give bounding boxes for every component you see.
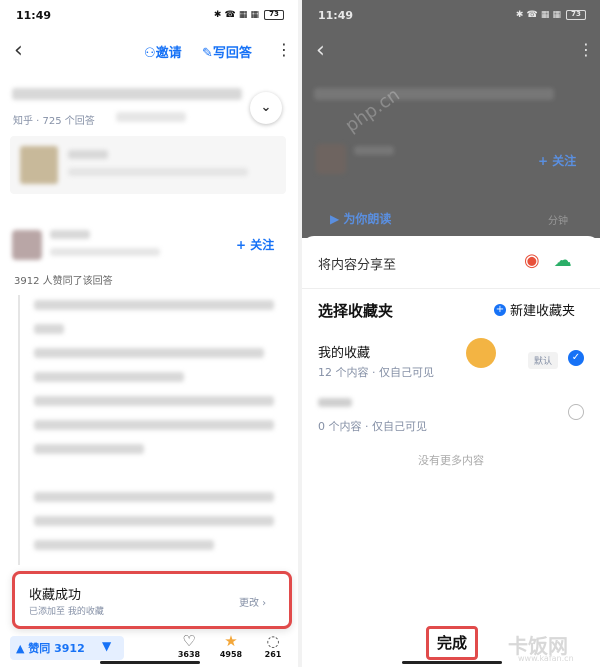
comment-icon: ◌ <box>266 632 280 650</box>
comment-count: 261 <box>264 650 282 659</box>
endorse-count: 3912 人赞同了该回答 <box>14 276 113 287</box>
bottom-action-bar: ▲ 赞同 3912 ▼ ♡ 3638 ★ 4958 ◌ 261 <box>0 630 298 667</box>
folder-item-my-favorites[interactable]: 我的收藏 12 个内容 · 仅自己可见 默认 ✓ <box>302 342 600 392</box>
battery-icon-dimmed: 73 <box>566 10 586 20</box>
status-indicators: ✱ ☎ ▦ ▦ <box>213 10 259 20</box>
status-icons: ✱ ☎ ▦ ▦ 73 <box>214 10 284 20</box>
write-answer-label: 写回答 <box>212 46 252 61</box>
follow-button-dimmed: + 关注 <box>538 154 577 168</box>
back-icon[interactable]: ‹ <box>14 38 23 63</box>
upvote-label: ▲ 赞同 3912 <box>16 642 85 655</box>
invite-button[interactable]: ⚇邀请 <box>144 42 182 61</box>
upvote-button[interactable]: ▲ 赞同 3912 ▼ <box>10 636 124 660</box>
new-folder-button[interactable]: + 新建收藏夹 <box>494 300 575 319</box>
battery-icon: 73 <box>264 10 284 20</box>
share-label: 将内容分享至 <box>318 258 397 273</box>
done-button[interactable]: 完成 <box>426 626 478 660</box>
touch-indicator <box>466 338 496 368</box>
toast-change-button[interactable]: 更改 › <box>239 594 266 609</box>
folder-name: 我的收藏 <box>318 346 371 361</box>
edit-icon: ✎ <box>202 46 213 61</box>
more-options-icon-dimmed: ⋮ <box>578 40 594 59</box>
like-count: 3638 <box>177 650 201 659</box>
author-avatar[interactable] <box>12 230 42 260</box>
invite-icon: ⚇ <box>144 46 156 61</box>
status-time: 11:49 <box>16 8 52 22</box>
folder-meta: 0 个内容 · 仅自己可见 <box>318 420 427 433</box>
status-time-dimmed: 11:49 <box>318 8 354 22</box>
related-card[interactable] <box>10 136 286 194</box>
write-answer-button[interactable]: ✎写回答 <box>202 42 252 61</box>
sheet-divider <box>302 288 600 289</box>
favorite-stat[interactable]: ★ 4958 <box>214 632 248 659</box>
favorite-count: 4958 <box>219 650 243 659</box>
home-indicator-right <box>402 661 502 664</box>
comment-stat[interactable]: ◌ 261 <box>256 632 290 659</box>
sheet-title: 选择收藏夹 <box>318 302 394 320</box>
folder-item-second[interactable]: 0 个内容 · 仅自己可见 <box>302 396 600 446</box>
folder-meta: 12 个内容 · 仅自己可见 <box>318 366 434 379</box>
default-badge: 默认 <box>528 352 559 369</box>
collapse-icon[interactable]: ⌄ <box>250 92 282 124</box>
watermark-url: www.kafan.cn <box>518 654 574 663</box>
top-bar: ‹ ⚇邀请 ✎写回答 ⋮ <box>0 34 298 68</box>
wechat-icon[interactable]: ☁ <box>554 250 572 271</box>
plus-icon: + <box>494 303 506 316</box>
collection-sheet: 将内容分享至 ◉ ☁ 选择收藏夹 + 新建收藏夹 我的收藏 12 个内容 · 仅… <box>302 236 600 667</box>
question-meta: 知乎 · 725 个回答 <box>13 116 95 127</box>
read-aloud-text: 为你朗读 <box>343 212 392 226</box>
quote-line <box>18 295 20 565</box>
status-bar: 11:49 ✱ ☎ ▦ ▦ 73 <box>0 0 298 30</box>
moments-icon[interactable]: ◉ <box>524 250 540 271</box>
more-options-icon[interactable]: ⋮ <box>276 40 292 59</box>
new-folder-label: 新建收藏夹 <box>510 304 576 319</box>
radio-icon[interactable] <box>568 404 584 420</box>
share-icons: ◉ ☁ <box>524 250 572 271</box>
downvote-icon[interactable]: ▼ <box>102 639 111 653</box>
card-thumbnail <box>20 146 58 184</box>
checked-icon[interactable]: ✓ <box>568 350 584 366</box>
toast-subtitle: 已添加至 我的收藏 <box>29 607 104 617</box>
read-duration: 分钟 <box>548 216 568 227</box>
home-indicator <box>100 661 200 664</box>
answer-page: 11:49 ✱ ☎ ▦ ▦ 73 ‹ ⚇邀请 ✎写回答 ⋮ 知乎 · 725 个… <box>0 0 298 667</box>
favorite-sheet-page: 11:49 ✱ ☎ ▦ ▦ 73 ‹ ⋮ + 关注 ▶ 为你朗读 分钟 php.… <box>302 0 600 667</box>
star-icon: ★ <box>224 632 238 650</box>
toast-title: 收藏成功 <box>29 588 82 603</box>
back-icon-dimmed: ‹ <box>316 38 325 63</box>
invite-label: 邀请 <box>155 46 182 61</box>
favorite-success-toast: 收藏成功 已添加至 我的收藏 更改 › <box>12 571 292 629</box>
heart-icon: ♡ <box>182 632 196 650</box>
status-indicators-dimmed: ✱ ☎ ▦ ▦ <box>515 10 561 20</box>
like-stat[interactable]: ♡ 3638 <box>172 632 206 659</box>
status-bar-dimmed: 11:49 ✱ ☎ ▦ ▦ 73 <box>302 0 600 30</box>
dimmed-background[interactable]: 11:49 ✱ ☎ ▦ ▦ 73 ‹ ⋮ + 关注 ▶ 为你朗读 分钟 php.… <box>302 0 600 238</box>
no-more-label: 没有更多内容 <box>418 454 484 467</box>
status-icons-dimmed: ✱ ☎ ▦ ▦ 73 <box>516 10 586 20</box>
follow-button[interactable]: + 关注 <box>236 236 274 253</box>
read-aloud-label: ▶ 为你朗读 <box>330 212 392 226</box>
